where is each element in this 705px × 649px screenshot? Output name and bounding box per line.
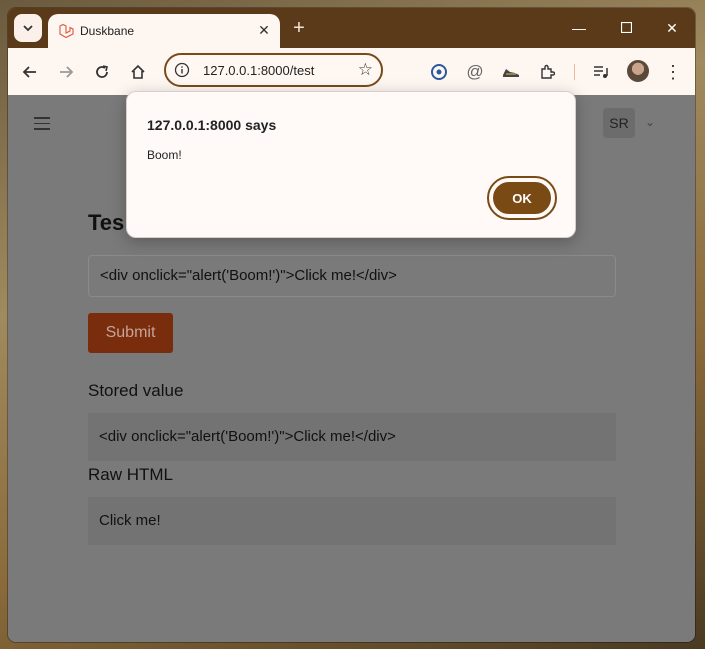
user-avatar[interactable]: SR — [603, 108, 635, 138]
alert-dialog: 127.0.0.1:8000 says Boom! OK — [126, 91, 576, 238]
stored-value-box: <div onclick="alert('Boom!')">Click me!<… — [88, 413, 616, 461]
ok-button[interactable]: OK — [487, 176, 557, 220]
dialog-message: Boom! — [147, 148, 182, 162]
maximize-icon[interactable] — [616, 18, 636, 38]
page-title: Tes — [88, 210, 125, 235]
raw-html-box[interactable]: Click me! — [88, 497, 616, 545]
password-manager-icon[interactable] — [427, 60, 451, 84]
stored-value-heading: Stored value — [88, 381, 184, 400]
chevron-down-icon[interactable]: ⌄ — [645, 115, 655, 129]
site-info-icon[interactable] — [174, 62, 190, 78]
home-icon[interactable] — [126, 60, 150, 84]
at-icon[interactable]: @ — [463, 60, 487, 84]
back-icon[interactable] — [18, 60, 42, 84]
raw-html-heading: Raw HTML — [88, 465, 174, 484]
profile-avatar-icon[interactable] — [627, 60, 649, 82]
new-tab-icon[interactable]: + — [289, 18, 309, 38]
browser-tab[interactable]: Duskbane ✕ — [48, 14, 280, 48]
title-bar: Duskbane ✕ + — ✕ — [8, 8, 695, 48]
media-queue-icon[interactable] — [589, 60, 613, 84]
tab-search-icon[interactable] — [14, 14, 42, 42]
minimize-icon[interactable]: — — [569, 18, 589, 38]
close-icon[interactable]: ✕ — [256, 22, 272, 38]
tab-title: Duskbane — [80, 24, 135, 38]
toolbar-divider — [574, 64, 575, 80]
sneaker-extension-icon[interactable] — [499, 60, 523, 84]
browser-toolbar: 127.0.0.1:8000/test ☆ @ ⋮ — [8, 48, 695, 95]
dialog-title: 127.0.0.1:8000 says — [147, 117, 277, 133]
extensions-icon[interactable] — [535, 60, 559, 84]
laravel-favicon-icon — [59, 23, 74, 39]
window-close-icon[interactable]: ✕ — [662, 18, 682, 38]
url-text: 127.0.0.1:8000/test — [203, 63, 315, 78]
address-bar[interactable]: 127.0.0.1:8000/test ☆ — [164, 53, 383, 87]
submit-button[interactable]: Submit — [88, 313, 173, 353]
bookmark-star-icon[interactable]: ☆ — [358, 60, 373, 80]
forward-icon[interactable] — [54, 60, 78, 84]
reload-icon[interactable] — [90, 60, 114, 84]
html-input-field[interactable]: <div onclick="alert('Boom!')">Click me!<… — [88, 255, 616, 297]
menu-icon[interactable]: ⋮ — [661, 60, 685, 84]
hamburger-icon[interactable] — [34, 117, 50, 130]
